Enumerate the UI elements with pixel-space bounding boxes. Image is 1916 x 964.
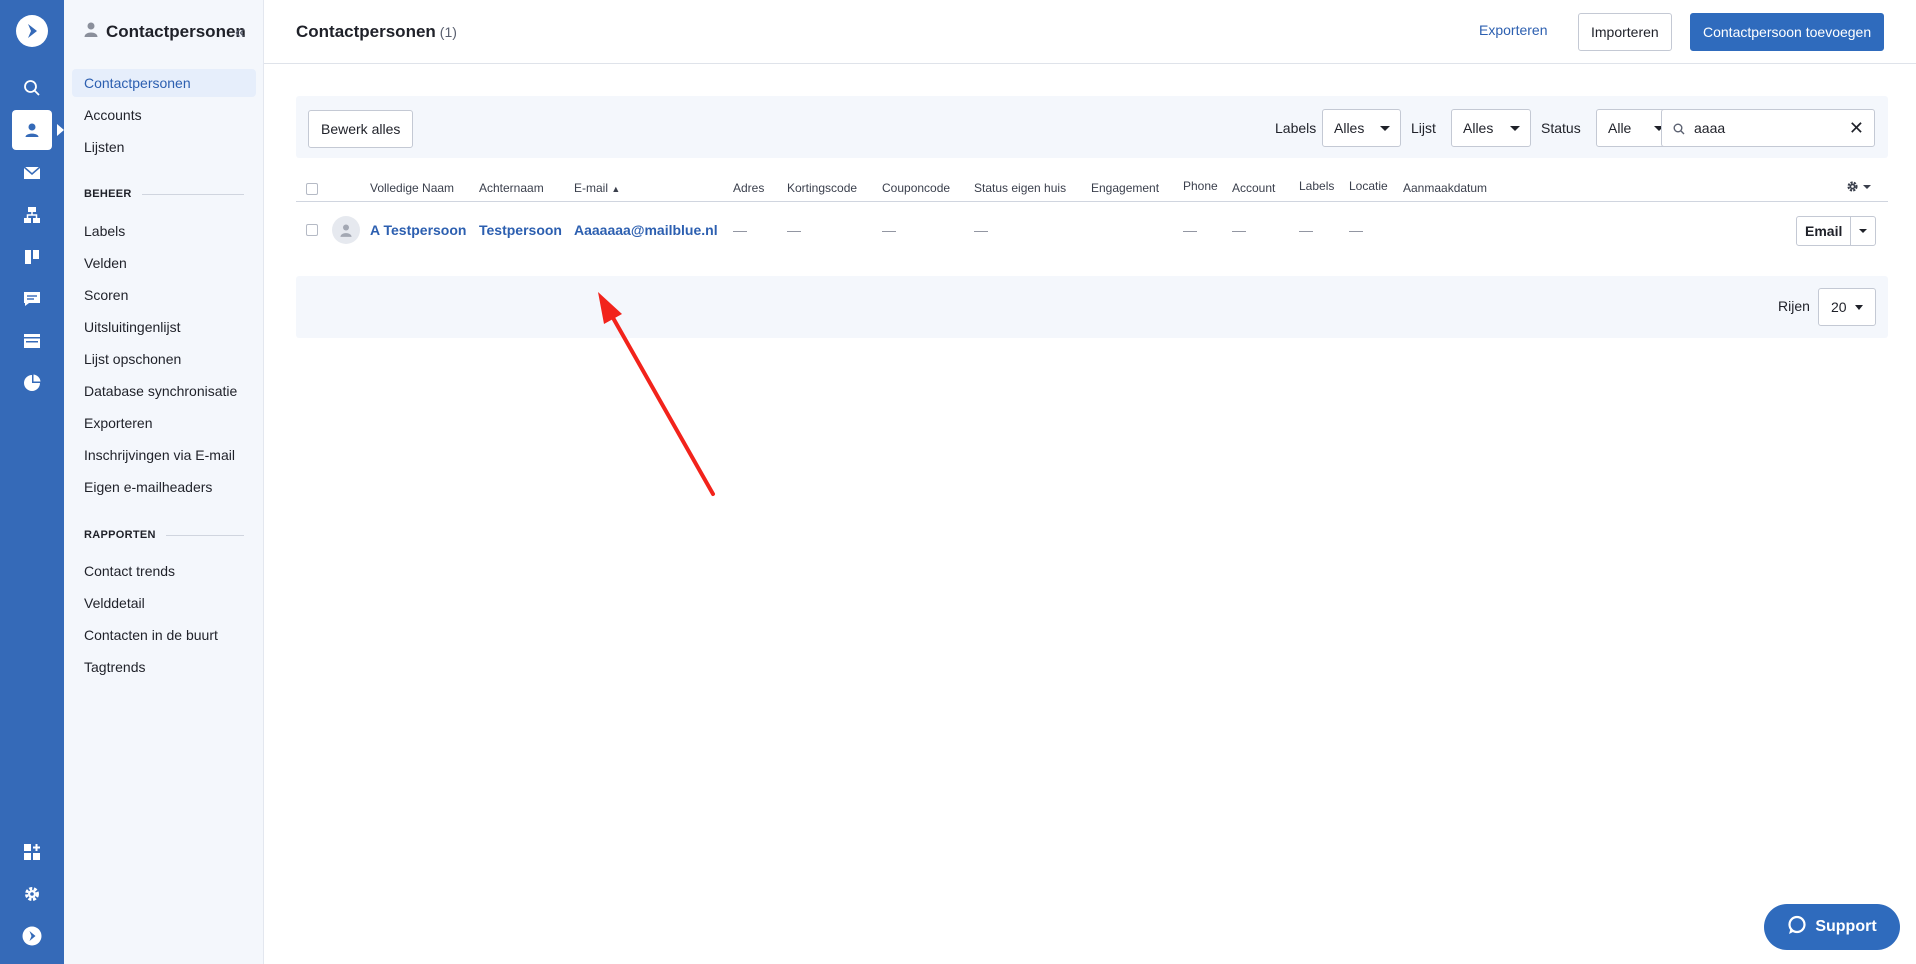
status-filter-label: Status: [1541, 120, 1581, 136]
sidebar-item-exporteren[interactable]: Exporteren: [72, 409, 256, 437]
sidebar-item-scoren[interactable]: Scoren: [72, 281, 256, 309]
cell-account: —: [1232, 222, 1246, 238]
contact-count: (1): [439, 24, 457, 40]
sidebar-item-lijsten[interactable]: Lijsten: [72, 133, 256, 161]
contact-last-name-link[interactable]: Testpersoon: [479, 222, 562, 238]
pagination-bar: Rijen 20: [296, 276, 1888, 338]
account-logo-icon[interactable]: [12, 916, 52, 956]
cell-couponcode: —: [882, 222, 896, 238]
conversations-icon[interactable]: [12, 279, 52, 319]
dropdown-caret-icon: [1510, 126, 1520, 131]
cell-locatie: —: [1349, 222, 1363, 238]
sidebar-item-contacten-in-de-buurt[interactable]: Contacten in de buurt: [72, 621, 256, 649]
labels-filter-label: Labels: [1275, 120, 1317, 136]
col-aanmaakdatum[interactable]: Aanmaakdatum: [1403, 181, 1487, 195]
col-phone[interactable]: Phone: [1183, 179, 1218, 193]
col-status-eigen-huis[interactable]: Status eigen huis: [974, 181, 1066, 195]
col-couponcode[interactable]: Couponcode: [882, 181, 950, 195]
col-adres[interactable]: Adres: [733, 181, 764, 195]
cell-kortingscode: —: [787, 222, 801, 238]
col-kortingscode[interactable]: Kortingscode: [787, 181, 857, 195]
app-logo-icon[interactable]: [16, 15, 48, 47]
search-input[interactable]: aaaa ✕: [1661, 109, 1875, 147]
col-volledige-naam[interactable]: Volledige Naam: [370, 181, 454, 195]
email-button-label[interactable]: Email: [1797, 217, 1852, 245]
sidebar-item-inschrijvingen[interactable]: Inschrijvingen via E-mail: [72, 441, 256, 469]
list-filter-label: Lijst: [1411, 120, 1436, 136]
search-value: aaaa: [1694, 120, 1726, 136]
settings-gear-icon[interactable]: [12, 874, 52, 914]
list-filter-select[interactable]: Alles: [1451, 109, 1531, 147]
avatar: [332, 216, 360, 244]
export-link[interactable]: Exporteren: [1479, 22, 1547, 38]
clear-search-icon[interactable]: ✕: [1849, 118, 1864, 139]
apps-add-icon[interactable]: [12, 832, 52, 872]
add-contact-button[interactable]: Contactpersoon toevoegen: [1690, 13, 1885, 51]
sidebar-item-labels[interactable]: Labels: [72, 217, 256, 245]
cell-phone: —: [1183, 222, 1197, 238]
dropdown-caret-icon: [1380, 126, 1390, 131]
cell-adres: —: [733, 222, 747, 238]
search-icon: [1673, 122, 1685, 138]
collapse-sidebar-icon[interactable]: «: [235, 22, 245, 43]
chat-bubble-icon: [1787, 915, 1807, 940]
website-icon[interactable]: [12, 321, 52, 361]
column-settings-icon[interactable]: [1846, 180, 1871, 193]
import-button[interactable]: Importeren: [1578, 13, 1672, 51]
email-dropdown-caret-icon[interactable]: [1851, 217, 1875, 245]
table-row[interactable]: A Testpersoon Testpersoon Aaaaaaa@mailbl…: [296, 204, 1888, 256]
contacts-sidebar: Contactpersonen « Contactpersonen Accoun…: [64, 0, 264, 964]
app-nav-rail: [0, 0, 64, 964]
sidebar-item-uitsluitingenlijst[interactable]: Uitsluitingenlijst: [72, 313, 256, 341]
col-achternaam[interactable]: Achternaam: [479, 181, 544, 195]
cell-labels: —: [1299, 222, 1313, 238]
contact-full-name-link[interactable]: A Testpersoon: [370, 222, 466, 238]
deals-pipeline-icon[interactable]: [12, 237, 52, 277]
page-title: Contactpersonen (1): [296, 22, 457, 41]
reports-icon[interactable]: [12, 363, 52, 403]
sidebar-item-lijst-opschonen[interactable]: Lijst opschonen: [72, 345, 256, 373]
person-icon: [84, 22, 98, 42]
sidebar-item-contactpersonen[interactable]: Contactpersonen: [72, 69, 256, 97]
table-header: Volledige Naam Achternaam E-mail ▲ Adres…: [296, 178, 1888, 202]
col-labels[interactable]: Labels: [1299, 179, 1334, 193]
sidebar-item-velden[interactable]: Velden: [72, 249, 256, 277]
sidebar-item-contact-trends[interactable]: Contact trends: [72, 557, 256, 585]
automations-icon[interactable]: [12, 195, 52, 235]
email-campaigns-icon[interactable]: [12, 153, 52, 193]
sidebar-item-tagtrends[interactable]: Tagtrends: [72, 653, 256, 681]
main-content: Contactpersonen (1) Exporteren Importeren…: [264, 0, 1916, 964]
contact-email-link[interactable]: Aaaaaaa@mailblue.nl: [574, 222, 718, 238]
col-engagement[interactable]: Engagement: [1091, 181, 1159, 195]
col-email[interactable]: E-mail ▲: [574, 181, 620, 195]
support-label: Support: [1815, 918, 1877, 935]
support-button[interactable]: Support: [1764, 904, 1900, 950]
sidebar-title-label: Contactpersonen: [106, 22, 246, 41]
sidebar-item-database-synchronisatie[interactable]: Database synchronisatie: [72, 377, 256, 405]
email-action-button[interactable]: Email: [1796, 216, 1877, 246]
page-header: Contactpersonen (1) Exporteren Importeren…: [264, 0, 1916, 64]
sidebar-item-accounts[interactable]: Accounts: [72, 101, 256, 129]
contacts-icon[interactable]: [12, 110, 64, 150]
col-account[interactable]: Account: [1232, 181, 1275, 195]
edit-all-button[interactable]: Bewerk alles: [308, 110, 414, 148]
search-icon[interactable]: [12, 68, 52, 108]
filter-bar: Bewerk alles Labels Alles Lijst Alles St…: [296, 96, 1888, 158]
dropdown-caret-icon: [1855, 305, 1863, 310]
rows-label: Rijen: [1778, 298, 1810, 314]
section-beheer: BEHEER: [84, 188, 244, 200]
rows-per-page-select[interactable]: 20: [1818, 288, 1876, 326]
select-all-checkbox[interactable]: [306, 183, 318, 195]
sort-asc-icon: ▲: [611, 184, 621, 194]
col-locatie[interactable]: Locatie: [1349, 179, 1388, 193]
sidebar-item-velddetail[interactable]: Velddetail: [72, 589, 256, 617]
cell-status-eigen-huis: —: [974, 222, 988, 238]
sidebar-title: Contactpersonen: [84, 22, 246, 42]
labels-filter-select[interactable]: Alles: [1322, 109, 1401, 147]
section-rapporten: RAPPORTEN: [84, 529, 244, 541]
sidebar-item-eigen-emailheaders[interactable]: Eigen e-mailheaders: [72, 473, 256, 501]
row-checkbox[interactable]: [306, 224, 318, 236]
